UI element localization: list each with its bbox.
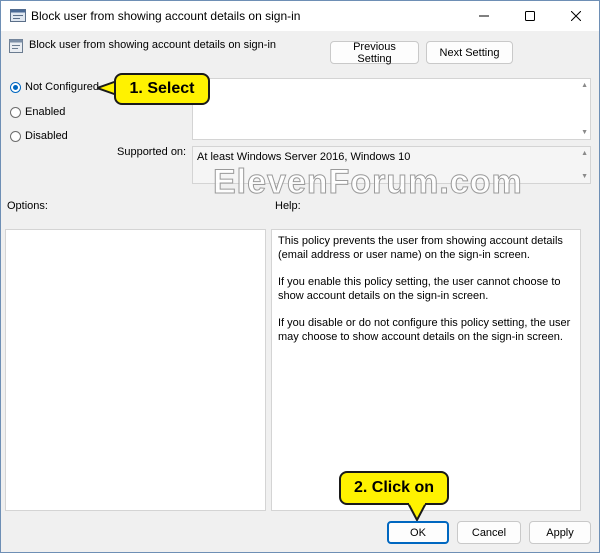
- callout-click-text: 2. Click on: [353, 479, 435, 496]
- ok-label: OK: [410, 526, 426, 539]
- callout-select: 1. Select: [114, 73, 210, 105]
- next-setting-button[interactable]: Next Setting: [426, 41, 513, 64]
- previous-setting-label: Previous Setting: [353, 40, 396, 65]
- policy-title: Block user from showing account details …: [29, 39, 277, 51]
- callout-click: 2. Click on: [339, 471, 449, 505]
- radio-label-not-configured: Not Configured: [25, 81, 99, 93]
- callout-select-text: 1. Select: [129, 80, 195, 97]
- callout-pointer: [406, 503, 428, 521]
- radio-button[interactable]: [10, 106, 21, 118]
- radio-label-enabled: Enabled: [25, 106, 66, 118]
- radio-enabled[interactable]: Enabled: [10, 106, 65, 118]
- radio-button[interactable]: [10, 130, 21, 142]
- radio-not-configured[interactable]: Not Configured: [10, 81, 99, 93]
- window-title: Block user from showing account details …: [31, 9, 301, 23]
- options-label: Options:: [7, 200, 48, 212]
- apply-button[interactable]: Apply: [529, 521, 591, 544]
- cancel-label: Cancel: [471, 526, 507, 539]
- help-paragraph: If you disable or do not configure this …: [278, 317, 571, 343]
- options-pane: [5, 229, 266, 511]
- title-bar: Block user from showing account details …: [1, 1, 599, 31]
- policy-setting-icon: [9, 39, 23, 53]
- radio-button-checked[interactable]: [10, 81, 21, 93]
- supported-on-label: Supported on:: [117, 146, 187, 158]
- scroll-down-icon[interactable]: ▼: [581, 173, 588, 180]
- watermark: ElevenForum.com: [213, 163, 523, 202]
- scroll-up-icon[interactable]: ▲: [581, 82, 588, 89]
- help-paragraph: If you enable this policy setting, the u…: [278, 276, 561, 302]
- help-pane: This policy prevents the user from showi…: [271, 229, 581, 511]
- radio-disabled[interactable]: Disabled: [10, 130, 68, 142]
- scroll-down-icon[interactable]: ▼: [581, 129, 588, 136]
- ok-button[interactable]: OK: [387, 521, 449, 544]
- minimize-icon: [479, 15, 489, 17]
- help-paragraph: This policy prevents the user from showi…: [278, 235, 563, 261]
- policy-dialog: Block user from showing account details …: [0, 0, 600, 553]
- close-button[interactable]: [553, 1, 599, 31]
- next-setting-label: Next Setting: [439, 46, 500, 59]
- cancel-button[interactable]: Cancel: [457, 521, 521, 544]
- minimize-button[interactable]: [461, 1, 507, 31]
- help-label: Help:: [275, 200, 301, 212]
- close-icon: [571, 11, 581, 21]
- comment-textbox[interactable]: ▲ ▼: [192, 78, 591, 140]
- supported-on-value: At least Windows Server 2016, Windows 10: [197, 151, 411, 163]
- radio-label-disabled: Disabled: [25, 130, 68, 142]
- maximize-button[interactable]: [507, 1, 553, 31]
- policy-setting-icon: [10, 9, 26, 22]
- maximize-icon: [525, 11, 535, 21]
- apply-label: Apply: [546, 526, 574, 539]
- previous-setting-button[interactable]: Previous Setting: [330, 40, 419, 65]
- scroll-up-icon[interactable]: ▲: [581, 150, 588, 157]
